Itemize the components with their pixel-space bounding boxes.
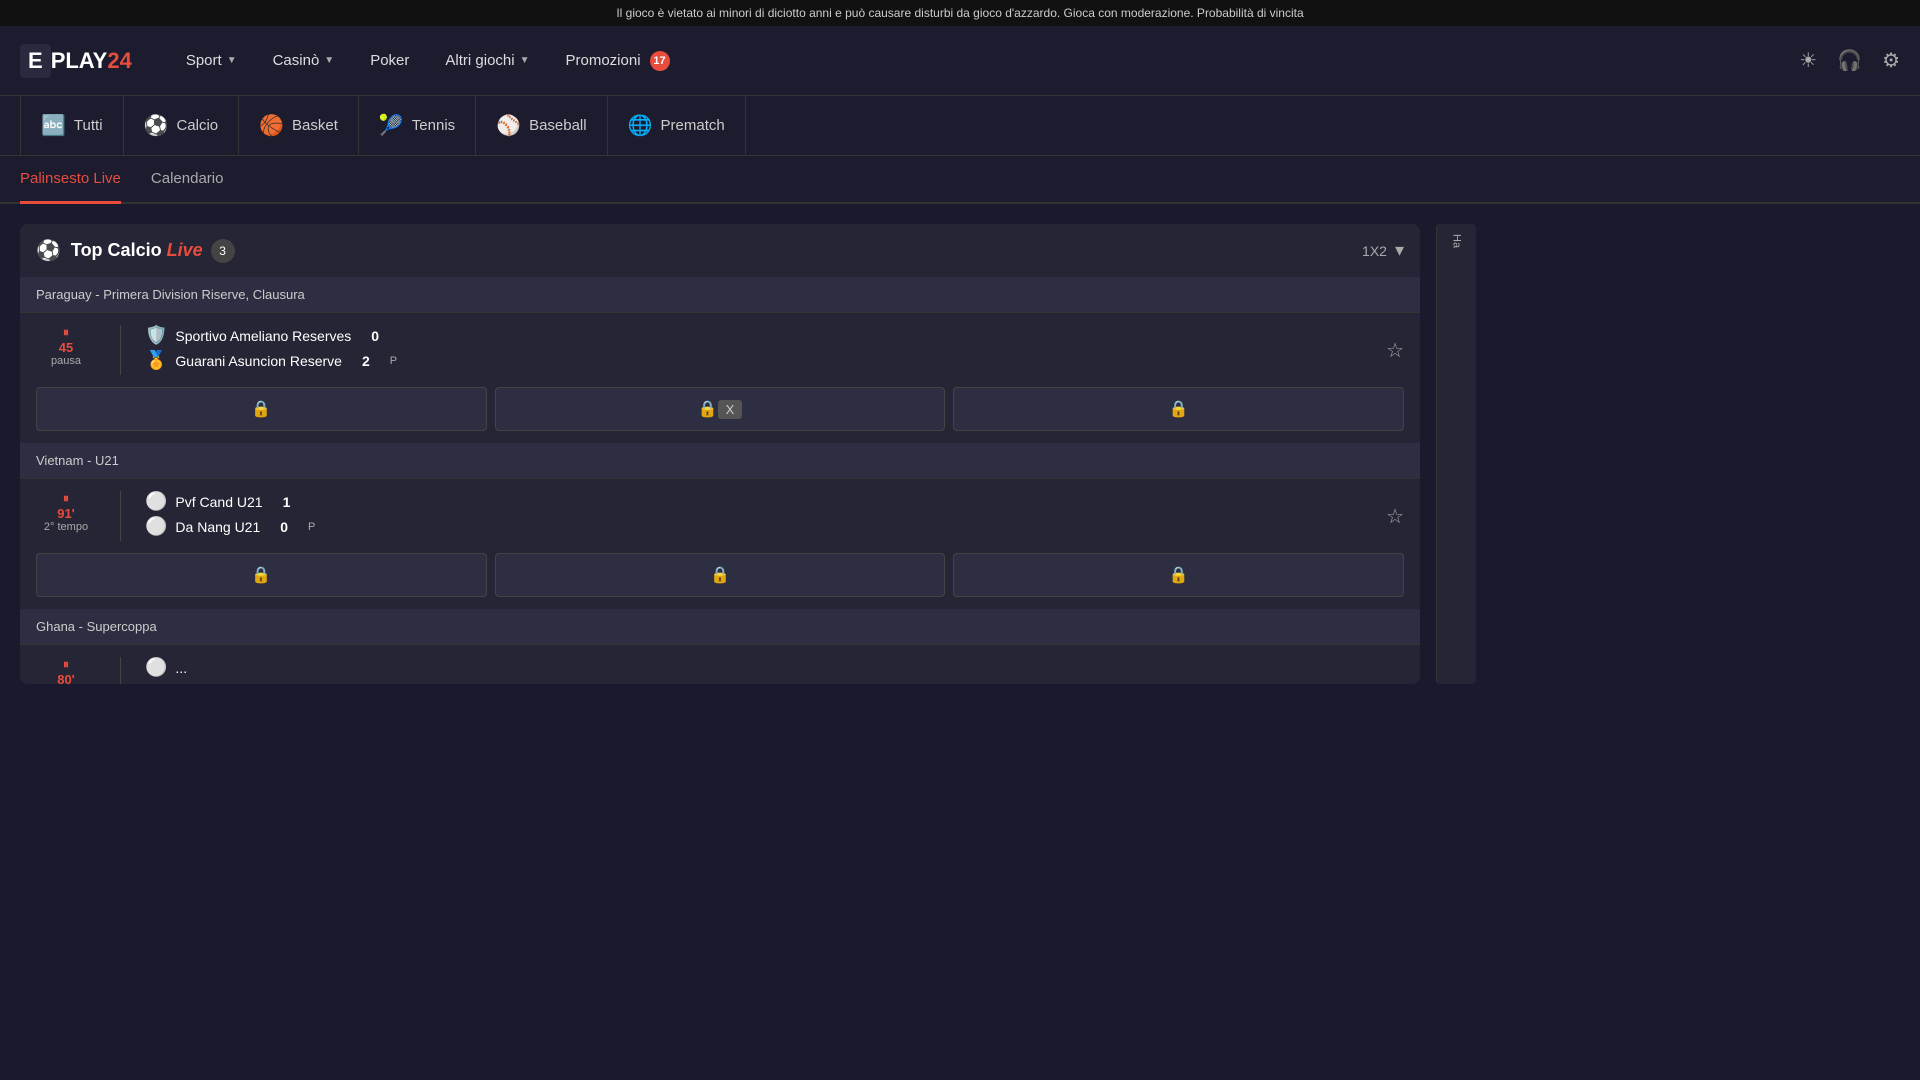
bet-button-2b[interactable]: 🔒 [953,553,1404,597]
nav-promozioni[interactable]: Promozioni 17 [552,43,684,79]
expand-icon[interactable]: ▾ [1395,240,1404,261]
match-row-3: ⏸ 80' ⚪ ... [20,644,1420,684]
match-time-2: ⏸ 91' 2° tempo [36,491,96,533]
prematch-icon: 🌐 [628,113,653,138]
match-teams-3: ⚪ ... [145,657,1404,682]
logo-e: E [20,44,51,78]
bet-button-xb[interactable]: 🔒 [495,553,946,597]
nav-poker[interactable]: Poker [356,44,423,77]
league-paraguay: Paraguay - Primera Division Riserve, Cla… [20,277,1420,312]
bet-button-1b[interactable]: 🔒 [36,553,487,597]
bet-button-1[interactable]: 🔒 [36,387,487,431]
sport-tutti[interactable]: 🔤 Tutti [20,96,124,156]
sport-calcio[interactable]: ⚽ Calcio [124,96,240,156]
section-right: 1X2 ▾ [1362,240,1404,261]
team-row-danang: ⚪ Da Nang U21 0 P [145,516,1370,537]
sport-tennis[interactable]: 🎾 Tennis [359,96,476,156]
team2-icon: ⚪ [145,516,167,537]
brightness-icon[interactable]: ☀ [1799,48,1817,73]
lock-icon: 🔒 [710,565,730,585]
match-row-2: ⏸ 91' 2° tempo ⚪ Pvf Cand U21 1 ⚪ [20,478,1420,609]
basketball-icon: 🏀 [259,113,284,138]
team1-icon: 🛡️ [145,325,167,346]
bet-type-label: 1X2 [1362,243,1387,259]
bet-buttons: 🔒 🔒 X 🔒 [36,387,1404,431]
match-teams: 🛡️ Sportivo Ameliano Reserves 0 🏅 Guaran… [145,325,1370,375]
lock-icon: 🔒 [1169,399,1189,419]
tennis-icon: 🎾 [379,113,404,138]
tab-row: Palinsesto Live Calendario [0,156,1920,204]
logo: E PLAY 24 [20,44,132,78]
section-count: 3 [211,239,235,263]
top-banner: Il gioco è vietato ai minori di diciotto… [0,0,1920,26]
soccer-icon: ⚽ [144,113,169,138]
team-row-1: 🛡️ Sportivo Ameliano Reserves 0 [145,325,1370,346]
match-time-3: ⏸ 80' [36,657,96,684]
soccer-section-icon: ⚽ [36,238,61,263]
section-title: Top Calcio Live [71,240,203,261]
bet-buttons-2: 🔒 🔒 🔒 [36,553,1404,597]
league-ghana: Ghana - Supercoppa [20,609,1420,644]
lock-icon: 🔒 [251,399,271,419]
match-teams-2: ⚪ Pvf Cand U21 1 ⚪ Da Nang U21 0 P [145,491,1370,541]
section-card-top-calcio: ⚽ Top Calcio Live 3 1X2 ▾ Paraguay - Pri… [20,224,1420,684]
match-info-3: ⏸ 80' ⚪ ... [36,657,1404,684]
team-row-g1: ⚪ ... [145,657,1404,678]
sport-baseball[interactable]: ⚾ Baseball [476,96,607,156]
nav-altri-giochi[interactable]: Altri giochi ▼ [431,44,543,77]
banner-text: Il gioco è vietato ai minori di diciotto… [616,6,1303,20]
section-header: ⚽ Top Calcio Live 3 1X2 ▾ [20,224,1420,277]
chevron-down-icon: ▼ [227,55,237,66]
nav-sport[interactable]: Sport ▼ [172,44,251,77]
favorite-star-button-2[interactable]: ☆ [1386,504,1404,529]
lock-icon: 🔒 [251,565,271,585]
league-vietnam: Vietnam - U21 [20,443,1420,478]
sport-basket[interactable]: 🏀 Basket [239,96,359,156]
logo-24: 24 [107,48,131,74]
tab-calendario[interactable]: Calendario [151,156,224,204]
settings-icon[interactable]: ⚙ [1882,48,1900,73]
match-info: ⏸ 45 pausa 🛡️ Sportivo Ameliano Reserves… [36,325,1404,375]
match-time: ⏸ 45 pausa [36,325,96,367]
baseball-icon: ⚾ [496,113,521,138]
header: E PLAY 24 Sport ▼ Casinò ▼ Poker Altri g… [0,26,1920,96]
main-content: ⚽ Top Calcio Live 3 1X2 ▾ Paraguay - Pri… [0,204,1920,704]
content-area: ⚽ Top Calcio Live 3 1X2 ▾ Paraguay - Pri… [20,224,1420,684]
logo-play: PLAY [51,48,108,74]
sidebar-label: Ha [1451,234,1463,248]
team2-icon: 🏅 [145,350,167,371]
team1-icon: ⚪ [145,491,167,512]
header-right: ☀ 🎧 ⚙ [1799,48,1900,73]
right-sidebar: Ha [1436,224,1476,684]
headset-icon[interactable]: 🎧 [1837,48,1862,73]
lock-icon: 🔒 [1169,565,1189,585]
match-row: ⏸ 45 pausa 🛡️ Sportivo Ameliano Reserves… [20,312,1420,443]
nav-casino[interactable]: Casinò ▼ [259,44,349,77]
team-row-pvf: ⚪ Pvf Cand U21 1 [145,491,1370,512]
lock-icon: 🔒 [698,399,718,419]
bet-button-x[interactable]: 🔒 X [495,387,946,431]
nav-items: Sport ▼ Casinò ▼ Poker Altri giochi ▼ Pr… [172,43,1799,79]
bet-button-2[interactable]: 🔒 [953,387,1404,431]
team-icon-g1: ⚪ [145,657,167,678]
all-sports-icon: 🔤 [41,113,66,138]
chevron-down-icon: ▼ [520,55,530,66]
sports-nav: 🔤 Tutti ⚽ Calcio 🏀 Basket 🎾 Tennis ⚾ Bas… [0,96,1920,156]
team-row-2: 🏅 Guarani Asuncion Reserve 2 P [145,350,1370,371]
match-info-2: ⏸ 91' 2° tempo ⚪ Pvf Cand U21 1 ⚪ [36,491,1404,541]
favorite-star-button[interactable]: ☆ [1386,338,1404,363]
promo-badge: 17 [650,51,670,71]
tab-palinsesto-live[interactable]: Palinsesto Live [20,156,121,204]
sport-prematch[interactable]: 🌐 Prematch [608,96,746,156]
chevron-down-icon: ▼ [324,55,334,66]
